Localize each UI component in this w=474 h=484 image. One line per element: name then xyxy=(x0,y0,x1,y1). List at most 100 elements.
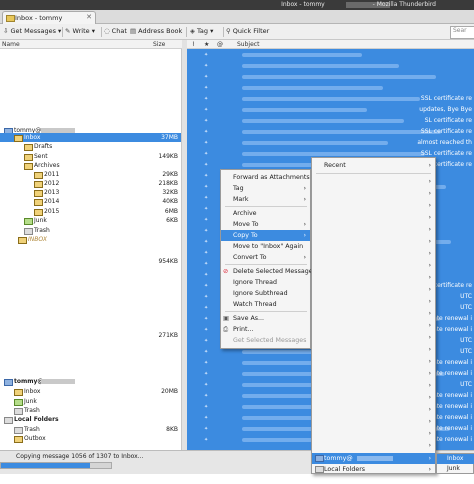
folder-account-row[interactable]: Local Folders xyxy=(0,415,181,424)
star-icon[interactable]: ✦ xyxy=(204,360,208,366)
folder-account-row[interactable]: tommy@ xyxy=(0,377,181,386)
message-row[interactable]: ✦ SSL certificate re xyxy=(187,127,474,138)
collapsed-account-row[interactable]: 954KB xyxy=(0,257,181,266)
chat-button[interactable]: ◌ Chat xyxy=(104,27,127,37)
get-messages-button[interactable]: ⇩ Get Messages ▾ xyxy=(3,27,61,37)
submenu-folder-item[interactable]: › xyxy=(312,308,435,319)
menu-item[interactable]: Move to "Inbox" Again xyxy=(221,241,310,252)
write-button[interactable]: ✎ Write ▾ xyxy=(65,27,95,37)
address-book-button[interactable]: ▤ Address Book xyxy=(130,27,182,37)
submenu-folder-item[interactable]: › xyxy=(312,428,435,439)
menu-item[interactable]: ▣ Save As... xyxy=(221,313,310,324)
star-icon[interactable]: ✦ xyxy=(204,327,208,333)
submenu-folder-item[interactable]: › xyxy=(312,188,435,199)
menu-item[interactable]: ⊘ Delete Selected Messages xyxy=(221,266,316,277)
star-icon[interactable]: ✦ xyxy=(204,195,208,201)
submenu-item-recent[interactable]: Recent › xyxy=(312,160,435,171)
menu-item[interactable]: Tag › xyxy=(221,183,310,194)
message-row[interactable]: ✦ almost reached th xyxy=(187,138,474,149)
column-header-subject[interactable]: Subject xyxy=(237,41,259,48)
submenu-folder-item[interactable]: › xyxy=(312,344,435,355)
star-column-icon[interactable]: ★ xyxy=(204,41,209,48)
folder-row[interactable]: 2014 40KB xyxy=(0,197,181,206)
folder-row[interactable]: Outbox xyxy=(0,434,181,443)
star-icon[interactable]: ✦ xyxy=(204,371,208,377)
menu-item[interactable]: ⎙ Print... xyxy=(221,324,310,335)
submenu-folder-item[interactable]: › xyxy=(312,440,435,451)
star-icon[interactable]: ✦ xyxy=(204,316,208,322)
star-icon[interactable]: ✦ xyxy=(204,228,208,234)
folder-row[interactable]: 2011 29KB xyxy=(0,170,181,179)
message-row[interactable]: ✦ SSL certificate re xyxy=(187,94,474,105)
menu-item[interactable]: Move To › xyxy=(221,219,310,230)
submenu-folder-item[interactable]: › xyxy=(312,224,435,235)
folder-row[interactable]: 2013 32KB xyxy=(0,188,181,197)
star-icon[interactable]: ✦ xyxy=(204,184,208,190)
column-header-name[interactable]: Name xyxy=(2,41,20,48)
star-icon[interactable]: ✦ xyxy=(204,426,208,432)
star-icon[interactable]: ✦ xyxy=(204,404,208,410)
menu-item[interactable]: Ignore Subthread xyxy=(221,288,310,299)
star-icon[interactable]: ✦ xyxy=(204,151,208,157)
star-icon[interactable]: ✦ xyxy=(204,415,208,421)
submenu-folder-item[interactable]: › xyxy=(312,260,435,271)
tab-inbox[interactable]: Inbox - tommy ✕ xyxy=(2,11,96,24)
star-icon[interactable]: ✦ xyxy=(204,162,208,168)
folder-row[interactable]: Drafts xyxy=(0,142,181,151)
folder-row[interactable]: Trash xyxy=(0,226,181,235)
submenu-item-junk[interactable]: Junk xyxy=(437,464,474,474)
star-icon[interactable]: ✦ xyxy=(204,437,208,443)
star-icon[interactable]: ✦ xyxy=(204,349,208,355)
star-icon[interactable]: ✦ xyxy=(204,382,208,388)
star-icon[interactable]: ✦ xyxy=(204,74,208,80)
submenu-folder-item[interactable]: › xyxy=(312,356,435,367)
star-icon[interactable]: ✦ xyxy=(204,393,208,399)
folder-row[interactable]: Trash xyxy=(0,406,181,415)
star-icon[interactable]: ✦ xyxy=(204,206,208,212)
submenu-folder-item[interactable]: › xyxy=(312,176,435,187)
star-icon[interactable]: ✦ xyxy=(204,283,208,289)
star-icon[interactable]: ✦ xyxy=(204,272,208,278)
star-icon[interactable]: ✦ xyxy=(204,107,208,113)
star-icon[interactable]: ✦ xyxy=(204,52,208,58)
folder-row[interactable]: Junk xyxy=(0,397,181,406)
submenu-folder-item[interactable]: › xyxy=(312,200,435,211)
folder-row[interactable]: 2012 218KB xyxy=(0,179,181,188)
menu-item[interactable]: Watch Thread xyxy=(221,299,310,310)
submenu-folder-item[interactable]: › xyxy=(312,248,435,259)
submenu-folder-item[interactable]: › xyxy=(312,284,435,295)
collapsed-account-row[interactable]: 271KB xyxy=(0,331,181,340)
tag-button[interactable]: ◈ Tag ▾ xyxy=(190,27,213,37)
submenu-folder-item[interactable]: › xyxy=(312,296,435,307)
folder-row[interactable]: 2015 6MB xyxy=(0,207,181,216)
submenu-folder-item[interactable]: › xyxy=(312,392,435,403)
star-icon[interactable]: ✦ xyxy=(204,250,208,256)
message-row[interactable]: ✦ xyxy=(187,61,474,72)
folder-row[interactable]: Trash 8KB xyxy=(0,425,181,434)
attachment-column-icon[interactable]: @ xyxy=(217,41,223,48)
submenu-item-inbox[interactable]: Inbox xyxy=(437,454,474,464)
search-input[interactable]: Sear xyxy=(450,26,474,39)
star-icon[interactable]: ✦ xyxy=(204,305,208,311)
submenu-folder-item[interactable]: › xyxy=(312,368,435,379)
folder-row[interactable]: INBOX xyxy=(0,235,181,244)
star-icon[interactable]: ✦ xyxy=(204,173,208,179)
folder-row[interactable]: Sent 149KB xyxy=(0,152,181,161)
star-icon[interactable]: ✦ xyxy=(204,129,208,135)
star-icon[interactable]: ✦ xyxy=(204,338,208,344)
menu-item[interactable]: Copy To › xyxy=(221,230,310,241)
submenu-folder-item[interactable]: › xyxy=(312,416,435,427)
submenu-folder-item[interactable]: › xyxy=(312,380,435,391)
menu-item[interactable]: Forward as Attachments xyxy=(221,172,310,183)
submenu-folder-item[interactable]: › xyxy=(312,236,435,247)
star-icon[interactable]: ✦ xyxy=(204,63,208,69)
message-row[interactable]: ✦ xyxy=(187,83,474,94)
star-icon[interactable]: ✦ xyxy=(204,96,208,102)
message-row[interactable]: ✦ updates, Bye Bye xyxy=(187,105,474,116)
message-row[interactable]: ✦ xyxy=(187,50,474,61)
submenu-folder-item[interactable]: › xyxy=(312,404,435,415)
message-row[interactable]: ✦ SL certificate re xyxy=(187,116,474,127)
thread-column-icon[interactable]: ⌇ xyxy=(192,41,195,48)
submenu-item-local-folders[interactable]: Local Folders › xyxy=(312,464,435,475)
submenu-folder-item[interactable]: › xyxy=(312,212,435,223)
